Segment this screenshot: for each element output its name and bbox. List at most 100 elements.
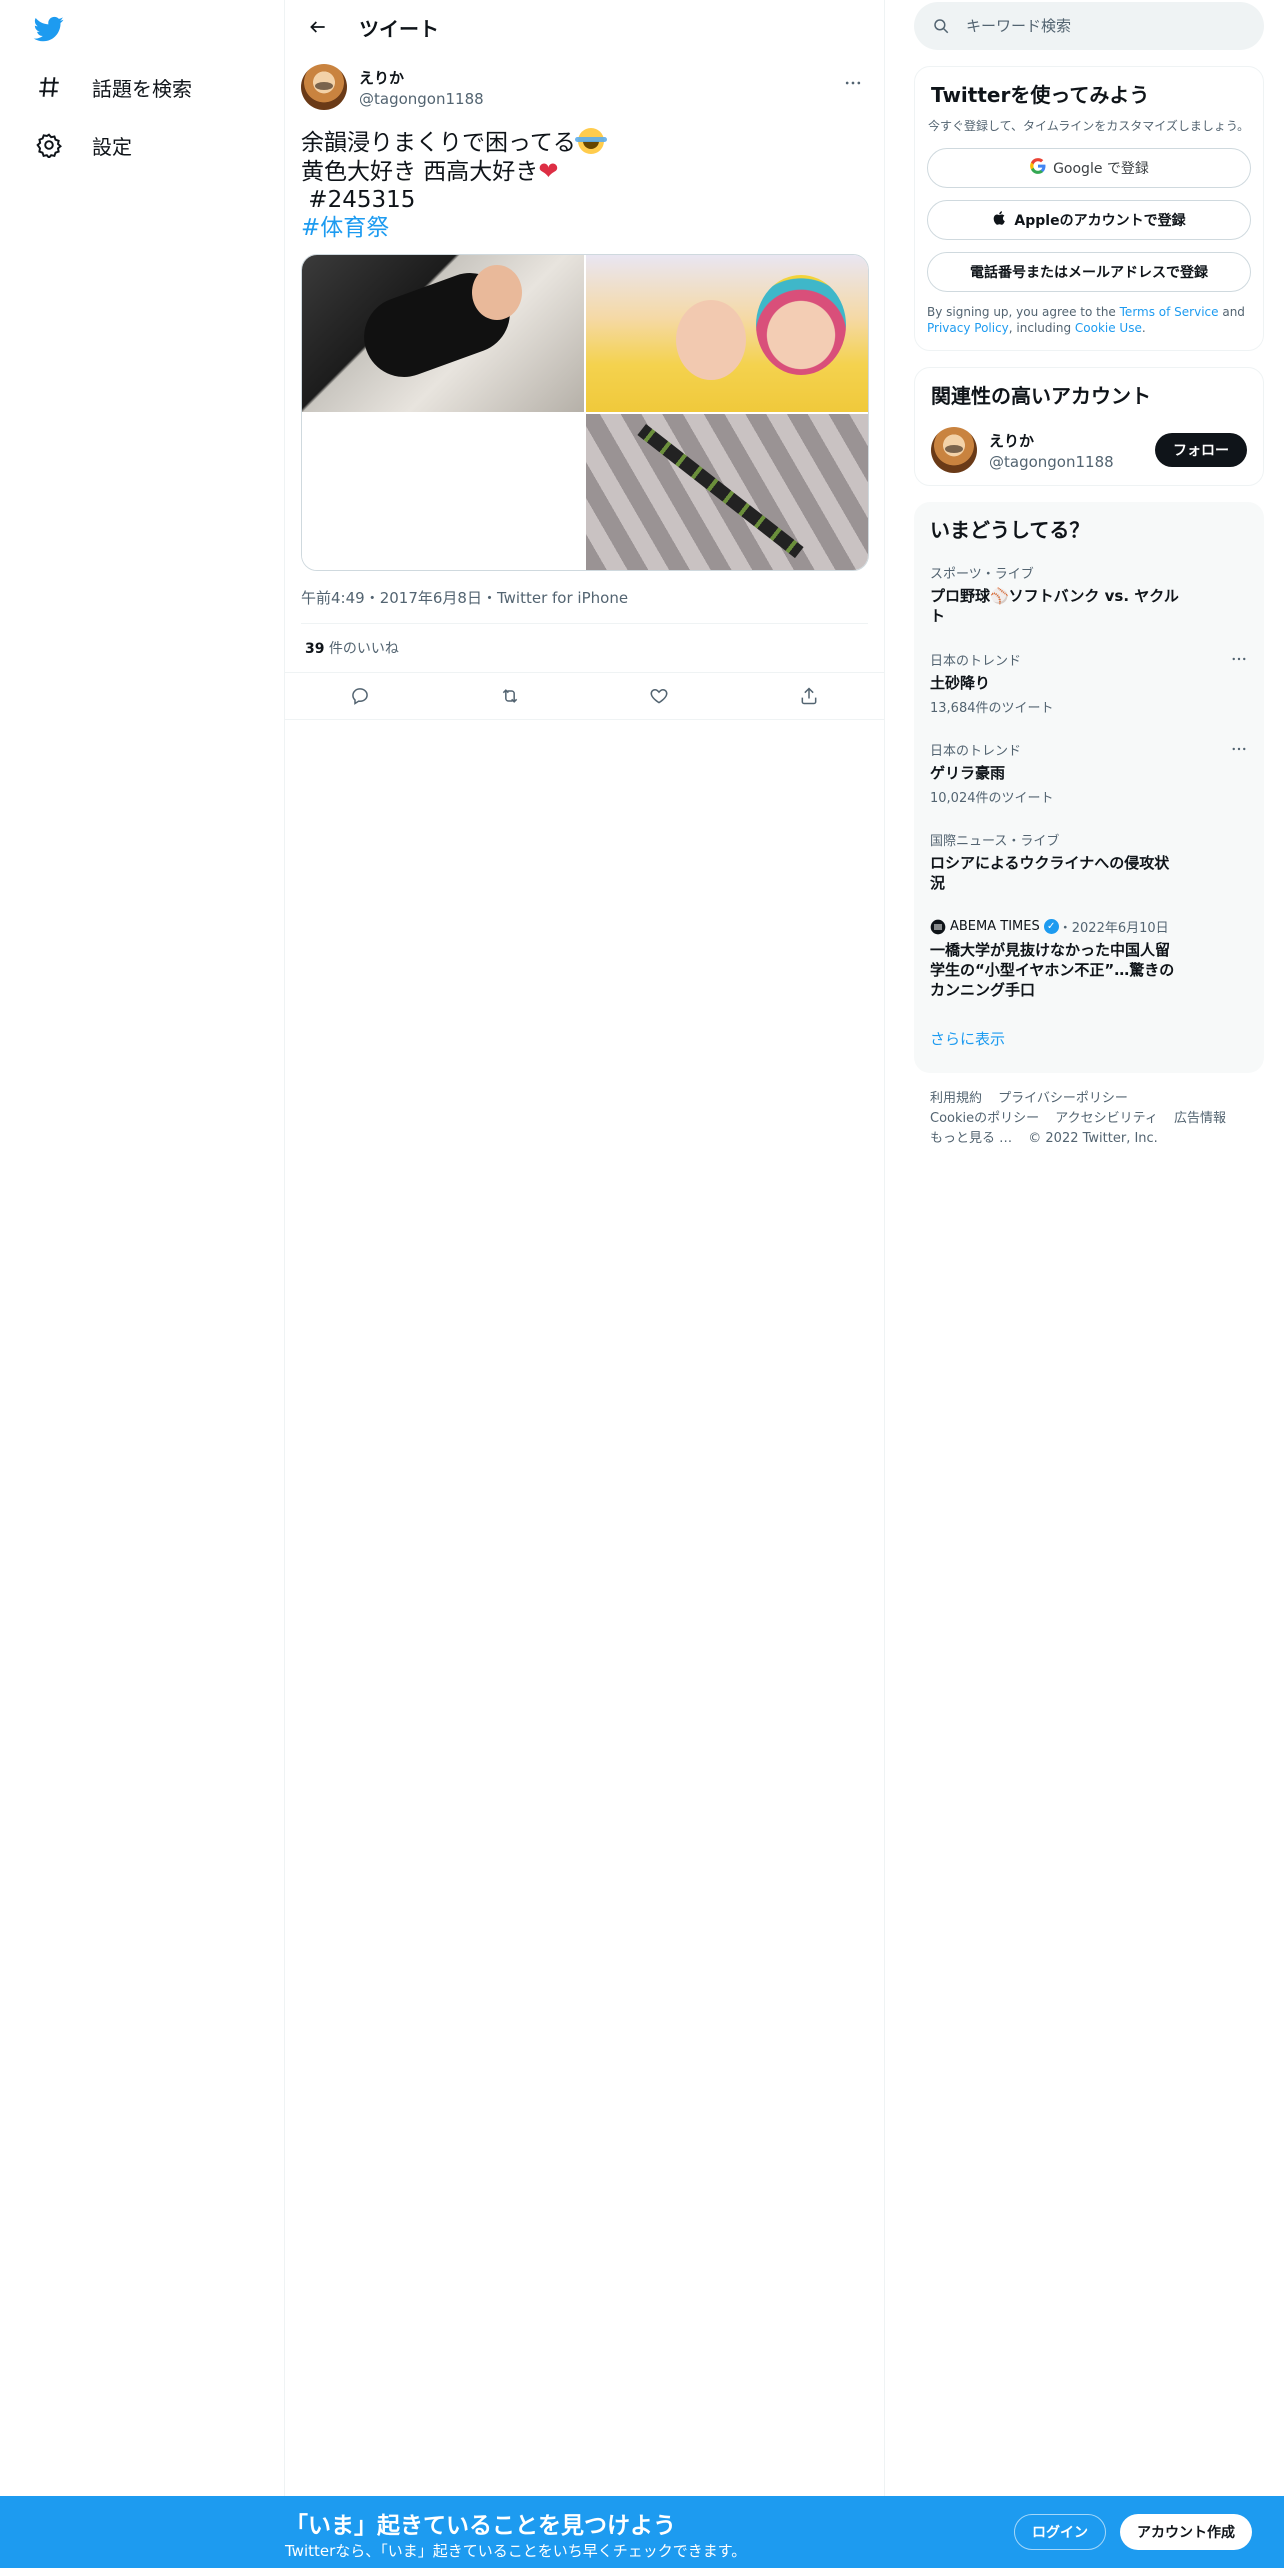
create-account-button[interactable]: アカウント作成: [1120, 2514, 1252, 2550]
trend-title: ロシアによるウクライナへの侵攻状況: [930, 854, 1170, 892]
more-options-button[interactable]: [838, 68, 868, 98]
banner-title: 「いま」起きていることを見つけよう: [285, 2513, 676, 2539]
related-title: 関連性の高いアカウント: [931, 384, 1151, 408]
right-sidebar: Twitterを使ってみよう 今すぐ登録して、タイムラインをカスタマイズしましょ…: [914, 0, 1264, 1165]
footer-more-link[interactable]: もっと見る …: [930, 1131, 1012, 1146]
footer-link[interactable]: 利用規約: [930, 1091, 982, 1106]
like-button[interactable]: [641, 678, 677, 714]
cookie-link[interactable]: Cookie Use: [1075, 321, 1142, 335]
abema-logo-icon: [930, 919, 946, 934]
news-dot: ・: [1058, 921, 1072, 936]
share-icon: [801, 687, 817, 705]
google-signup-button[interactable]: Google で登録: [927, 148, 1251, 188]
tweet-text: 余韻浸りまくりで困ってる 黄色大好き 西高大好き❤ #245315 #体育祭: [301, 128, 868, 242]
retweet-button[interactable]: [492, 678, 528, 714]
legal-text: .: [1141, 321, 1146, 335]
apple-icon: [992, 210, 1008, 230]
tweet-photo-2[interactable]: [586, 255, 868, 412]
trends-title: いまどうしてる？: [930, 518, 1090, 542]
apple-signup-label: Appleのアカウントで登録: [1014, 213, 1186, 229]
author-handle[interactable]: @tagongon1188: [359, 90, 484, 108]
footer-link[interactable]: アクセシビリティ: [1055, 1111, 1158, 1126]
trends-card: いまどうしてる？ スポーツ・ライブ プロ野球⚾ソフトバンク vs. ヤクルト 日…: [914, 502, 1264, 1073]
avatar[interactable]: [931, 427, 977, 473]
search-box[interactable]: [914, 2, 1264, 50]
banner-subtitle: Twitterなら、「いま」起きていることをいち早くチェックできます。: [285, 2542, 747, 2560]
phone-email-signup-label: 電話番号またはメールアドレスで登録: [970, 265, 1208, 281]
footer-link[interactable]: プライバシーポリシー: [998, 1091, 1128, 1106]
login-button[interactable]: ログイン: [1014, 2514, 1106, 2550]
privacy-link[interactable]: Privacy Policy: [927, 321, 1009, 335]
footer-link[interactable]: 広告情報: [1174, 1111, 1226, 1126]
follow-button[interactable]: フォロー: [1155, 433, 1247, 467]
trend-more-button[interactable]: [1230, 650, 1248, 672]
tweet-photo-1[interactable]: [302, 255, 584, 412]
apple-signup-button[interactable]: Appleのアカウントで登録: [927, 200, 1251, 240]
related-account-name[interactable]: えりか: [989, 430, 1155, 451]
tweet-date[interactable]: 2017年6月8日: [380, 589, 482, 607]
tweet-meta: 午前4:49・2017年6月8日・Twitter for iPhone: [301, 587, 868, 607]
footer-link[interactable]: Cookieのポリシー: [930, 1111, 1039, 1126]
related-account-handle[interactable]: @tagongon1188: [989, 453, 1155, 471]
related-account-row[interactable]: えりか @tagongon1188 フォロー: [931, 427, 1247, 473]
news-title: 一橋大学が見抜けなかった中国人留学生の“小型イヤホン不正”…驚きのカンニング手口: [930, 941, 1175, 999]
tweet-source[interactable]: Twitter for iPhone: [497, 589, 628, 607]
show-more-link[interactable]: さらに表示: [914, 1012, 1264, 1065]
more-horizontal-icon: [1232, 747, 1246, 751]
back-button[interactable]: [301, 10, 335, 44]
author-name[interactable]: えりか: [359, 67, 484, 88]
gear-icon: [34, 130, 64, 160]
tweet-stats: 39 件のいいね: [301, 623, 868, 672]
legal-text: By signing up, you agree to the: [927, 305, 1120, 319]
red-heart-emoji-icon: ❤: [538, 157, 559, 185]
meta-dot: ・: [481, 589, 497, 607]
trend-title: プロ野球⚾ソフトバンク vs. ヤクルト: [930, 587, 1179, 625]
reply-button[interactable]: [342, 678, 378, 714]
heart-icon: [650, 688, 668, 704]
avatar[interactable]: [301, 64, 347, 110]
trend-item[interactable]: スポーツ・ライブ プロ野球⚾ソフトバンク vs. ヤクルト: [914, 551, 1264, 638]
search-icon: [934, 19, 949, 34]
signup-legal: By signing up, you agree to the Terms of…: [927, 304, 1251, 336]
trend-item[interactable]: 日本のトレンド 土砂降り 13,684件のツイート: [914, 638, 1264, 728]
meta-dot: ・: [364, 589, 380, 607]
tweet-media-grid: [301, 254, 869, 571]
page-header: ツイート: [285, 0, 884, 54]
nav-explore[interactable]: 話題を検索: [20, 62, 206, 112]
tweet: えりか @tagongon1188 余韻浸りまくりで困ってる 黄色大好き 西高大…: [285, 54, 884, 720]
left-sidebar: 話題を検索 設定: [0, 0, 285, 2568]
likes-count: 39: [305, 641, 325, 657]
trend-item[interactable]: 日本のトレンド ゲリラ豪雨 10,024件のツイート: [914, 728, 1264, 818]
tweet-photo-4[interactable]: [586, 413, 868, 570]
verified-badge-icon: ✓: [1043, 919, 1059, 934]
trend-count: 10,024件のツイート: [930, 791, 1054, 806]
hashtag-link[interactable]: #体育祭: [301, 214, 868, 242]
nav-settings[interactable]: 設定: [20, 120, 146, 170]
more-horizontal-icon: [1232, 657, 1246, 661]
trend-item[interactable]: 国際ニュース・ライブ ロシアによるウクライナへの侵攻状況: [914, 818, 1264, 905]
legal-text: , including: [1008, 321, 1075, 335]
twitter-bird-icon[interactable]: [32, 14, 66, 44]
tweet-photo-3[interactable]: [302, 413, 584, 570]
more-horizontal-icon: [845, 81, 861, 85]
phone-email-signup-button[interactable]: 電話番号またはメールアドレスで登録: [927, 252, 1251, 292]
search-input[interactable]: [966, 17, 1226, 35]
trend-count: 13,684件のツイート: [930, 701, 1054, 716]
share-button[interactable]: [791, 678, 827, 714]
trend-more-button[interactable]: [1230, 740, 1248, 762]
arrow-left-icon: [310, 21, 325, 33]
news-item[interactable]: ABEMA TIMES ✓ ・ 2022年6月10日 一橋大学が見抜けなかった中…: [914, 905, 1264, 1012]
signup-card: Twitterを使ってみよう 今すぐ登録して、タイムラインをカスタマイズしましょ…: [914, 66, 1264, 351]
news-date: 2022年6月10日: [1071, 921, 1169, 936]
main-column: ツイート えりか @tagongon1188 余韻浸りまくりで困ってる 黄色大好…: [285, 0, 885, 2500]
google-signup-label: Google で登録: [1053, 161, 1149, 177]
tweet-text-line-1: 余韻浸りまくりで困ってる: [301, 130, 576, 156]
likes-link[interactable]: 39 件のいいね: [305, 641, 399, 657]
hashtag-icon: [34, 72, 64, 102]
reply-icon: [352, 688, 368, 705]
retweet-icon: [502, 689, 517, 703]
tweet-time[interactable]: 午前4:49: [301, 589, 365, 607]
signup-title: Twitterを使ってみよう: [931, 83, 1150, 107]
terms-link[interactable]: Terms of Service: [1120, 305, 1219, 319]
trend-title: 土砂降り: [930, 674, 991, 692]
